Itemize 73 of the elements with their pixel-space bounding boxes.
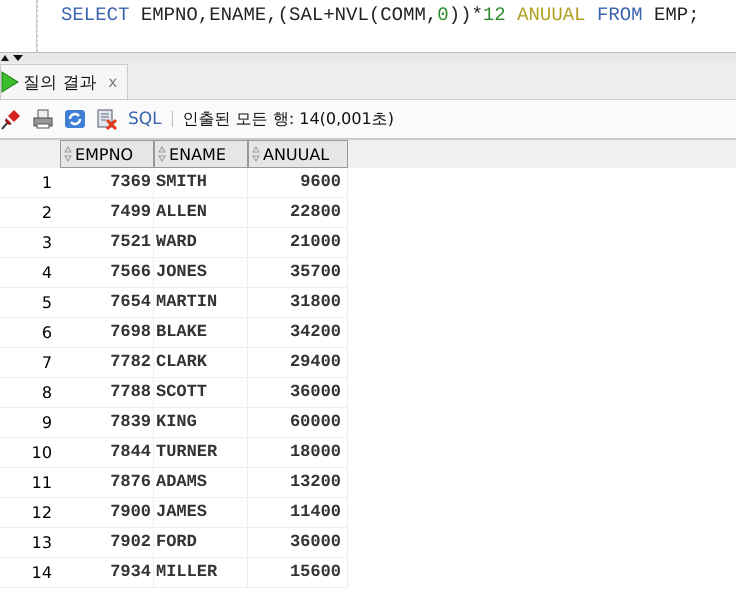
- column-header[interactable]: ANUUAL: [248, 140, 348, 168]
- table-cell: 7876: [60, 468, 154, 498]
- table-cell: 13200: [248, 468, 348, 498]
- table-cell: KING: [154, 408, 248, 438]
- table-cell: 7566: [60, 258, 154, 288]
- table-cell: JAMES: [154, 498, 248, 528]
- row-number: 7: [0, 348, 60, 378]
- table-cell: 11400: [248, 498, 348, 528]
- table-cell: FORD: [154, 528, 248, 558]
- table-cell: 7934: [60, 558, 154, 588]
- table-cell: ALLEN: [154, 198, 248, 228]
- table-cell: 7902: [60, 528, 154, 558]
- table-cell: ADAMS: [154, 468, 248, 498]
- table-cell: 31800: [248, 288, 348, 318]
- table-cell: WARD: [154, 228, 248, 258]
- table-cell: 7369: [60, 168, 154, 198]
- sort-icon: [252, 146, 260, 162]
- table-cell: 7900: [60, 498, 154, 528]
- table-cell: 7521: [60, 228, 154, 258]
- table-cell: 7499: [60, 198, 154, 228]
- splitter-arrows-icon[interactable]: [0, 54, 26, 62]
- table-cell: 9600: [248, 168, 348, 198]
- sql-statement: SELECT EMPNO,ENAME,(SAL+NVL(COMM,0))*12 ANUUAL FROM EMP;: [37, 0, 700, 52]
- sort-icon: [64, 146, 72, 162]
- table-cell: 7839: [60, 408, 154, 438]
- table-cell: 15600: [248, 558, 348, 588]
- table-cell: 7788: [60, 378, 154, 408]
- table-cell: CLARK: [154, 348, 248, 378]
- row-number: 10: [0, 438, 60, 468]
- table-cell: 21000: [248, 228, 348, 258]
- row-number: 12: [0, 498, 60, 528]
- table-cell: 7654: [60, 288, 154, 318]
- table-cell: 34200: [248, 318, 348, 348]
- sort-icon: [158, 146, 166, 162]
- table-cell: 7698: [60, 318, 154, 348]
- table-cell: MARTIN: [154, 288, 248, 318]
- row-number: 2: [0, 198, 60, 228]
- sql-link[interactable]: SQL: [128, 109, 162, 129]
- row-number: 6: [0, 318, 60, 348]
- query-result-tab[interactable]: 질의 결과 x: [0, 64, 128, 99]
- table-cell: 29400: [248, 348, 348, 378]
- play-icon: [1, 71, 19, 93]
- row-number: 5: [0, 288, 60, 318]
- table-cell: 35700: [248, 258, 348, 288]
- table-cell: 36000: [248, 528, 348, 558]
- table-cell: 18000: [248, 438, 348, 468]
- table-cell: TURNER: [154, 438, 248, 468]
- row-number: 13: [0, 528, 60, 558]
- close-button[interactable]: x: [108, 73, 118, 91]
- row-number: 1: [0, 168, 60, 198]
- clear-sheet-icon[interactable]: [96, 108, 118, 130]
- table-cell: MILLER: [154, 558, 248, 588]
- printer-icon[interactable]: [32, 108, 54, 130]
- table-cell: BLAKE: [154, 318, 248, 348]
- table-cell: JONES: [154, 258, 248, 288]
- table-cell: SCOTT: [154, 378, 248, 408]
- table-cell: 7844: [60, 438, 154, 468]
- table-cell: 60000: [248, 408, 348, 438]
- pin-icon[interactable]: [0, 108, 22, 130]
- row-number: 11: [0, 468, 60, 498]
- row-number: 9: [0, 408, 60, 438]
- table-cell: 7782: [60, 348, 154, 378]
- row-number: 14: [0, 558, 60, 588]
- column-header[interactable]: ENAME: [154, 140, 248, 168]
- row-number: 3: [0, 228, 60, 258]
- fetch-status-text: 인출된 모든 행: 14(0,001초): [182, 108, 394, 130]
- refresh-icon[interactable]: [64, 108, 86, 130]
- table-cell: 22800: [248, 198, 348, 228]
- table-cell: SMITH: [154, 168, 248, 198]
- table-cell: 36000: [248, 378, 348, 408]
- column-header[interactable]: EMPNO: [60, 140, 154, 168]
- row-number: 4: [0, 258, 60, 288]
- row-number: 8: [0, 378, 60, 408]
